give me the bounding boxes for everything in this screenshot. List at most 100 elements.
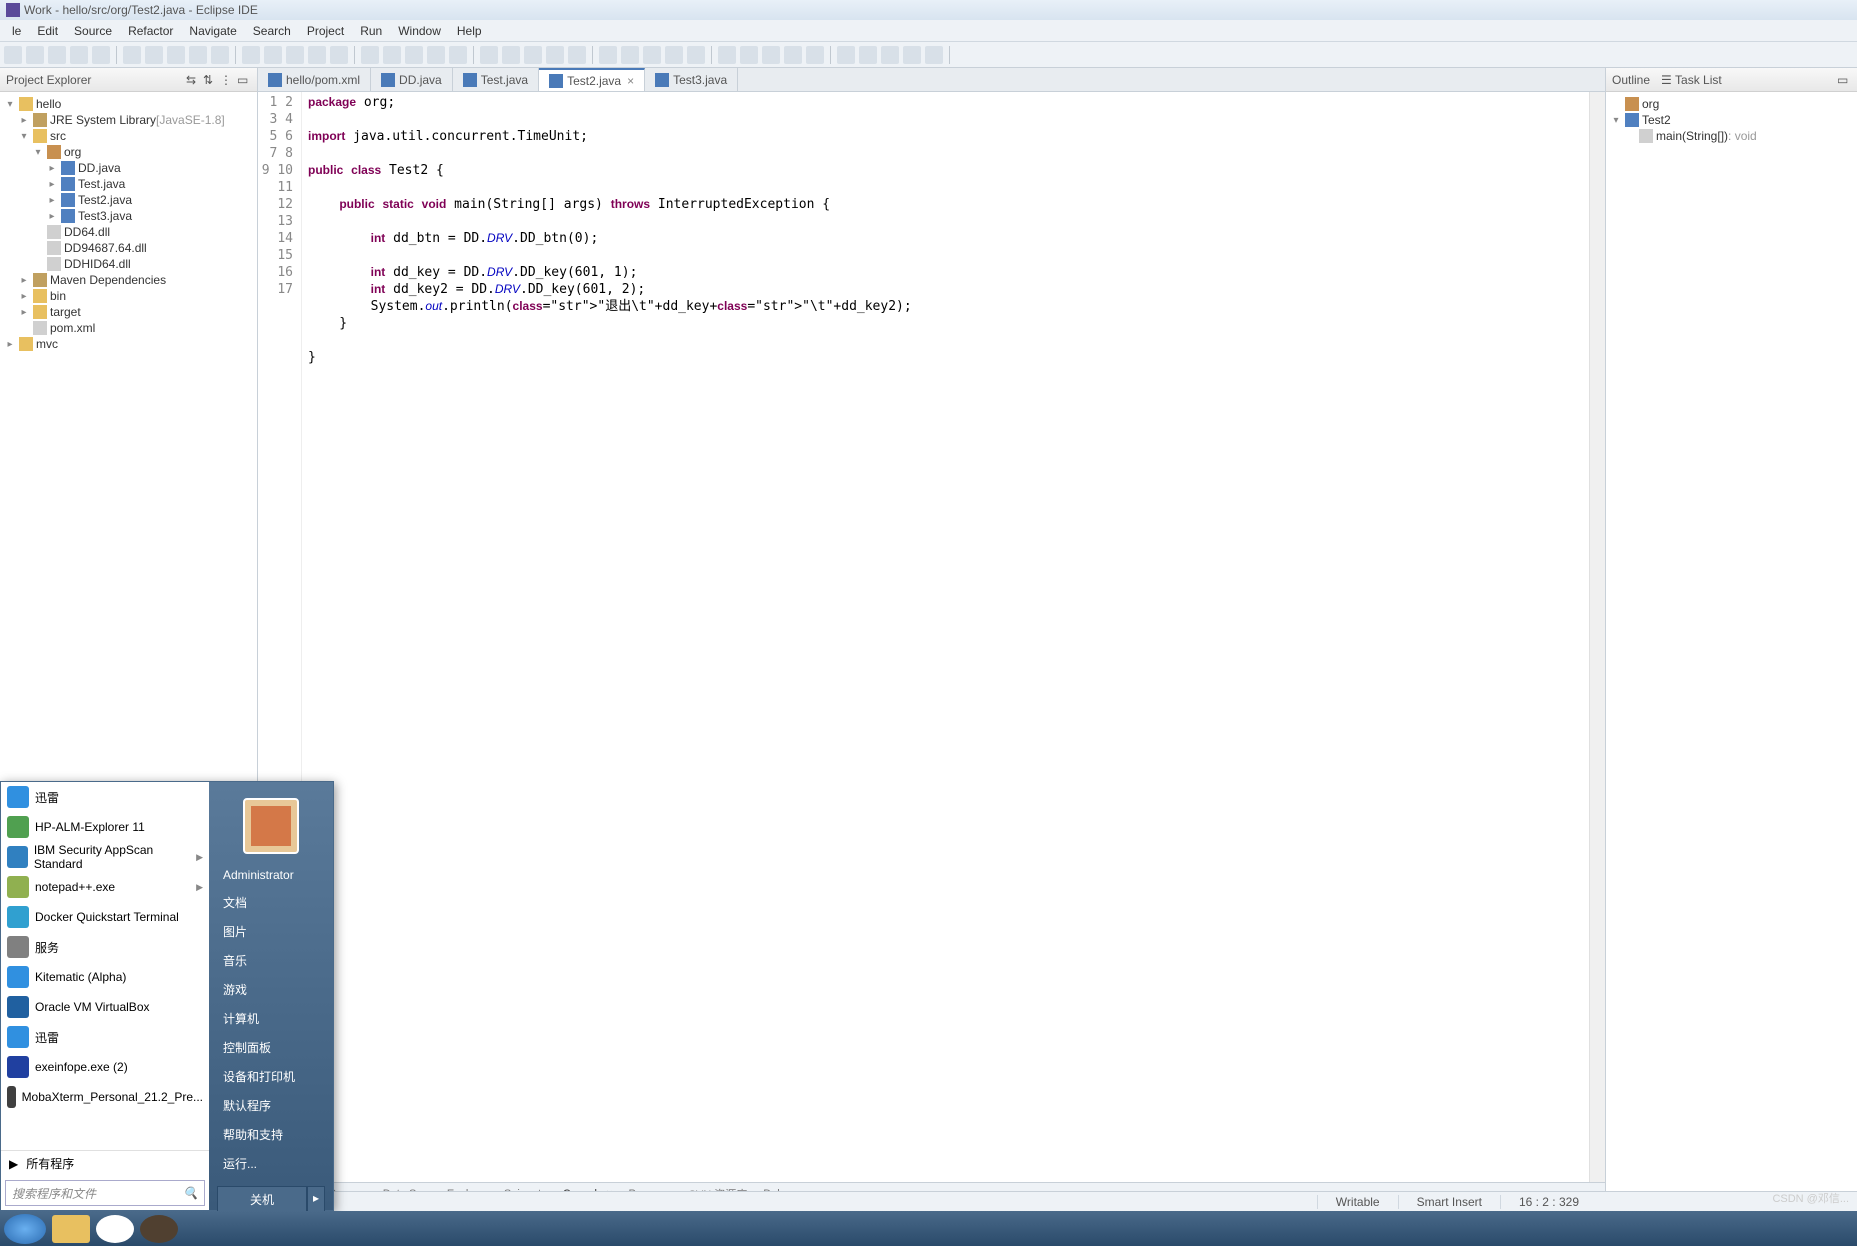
toolbar-button-8[interactable] bbox=[189, 46, 207, 64]
toolbar-button-35[interactable] bbox=[837, 46, 855, 64]
start-right-item[interactable]: 设备和打印机 bbox=[209, 1062, 333, 1091]
filter-icon[interactable]: ⋮ bbox=[220, 73, 234, 87]
toolbar-button-20[interactable] bbox=[480, 46, 498, 64]
menu-help[interactable]: Help bbox=[449, 24, 490, 38]
menu-le[interactable]: le bbox=[4, 24, 29, 38]
tree-twisty-icon[interactable]: ▾ bbox=[4, 99, 16, 110]
tree-item[interactable]: DD64.dll bbox=[0, 224, 257, 240]
editor-tab[interactable]: hello/pom.xml bbox=[258, 68, 371, 91]
toolbar-button-38[interactable] bbox=[903, 46, 921, 64]
toolbar-button-5[interactable] bbox=[123, 46, 141, 64]
menu-edit[interactable]: Edit bbox=[29, 24, 66, 38]
tree-twisty-icon[interactable]: ▸ bbox=[46, 211, 58, 222]
menu-search[interactable]: Search bbox=[245, 24, 299, 38]
tree-twisty-icon[interactable]: ▾ bbox=[32, 147, 44, 158]
start-search-input[interactable]: 搜索程序和文件 🔍 bbox=[5, 1180, 205, 1206]
toolbar-button-14[interactable] bbox=[330, 46, 348, 64]
editor-body[interactable]: 1 2 3 4 5 6 7 8 9 10 11 12 13 14 15 16 1… bbox=[258, 92, 1605, 1182]
start-app-item[interactable]: Kitematic (Alpha) bbox=[1, 962, 209, 992]
toolbar-button-10[interactable] bbox=[242, 46, 260, 64]
start-right-item[interactable]: 图片 bbox=[209, 917, 333, 946]
start-right-item[interactable]: 控制面板 bbox=[209, 1033, 333, 1062]
toolbar-button-28[interactable] bbox=[665, 46, 683, 64]
tree-item[interactable]: ▾ Test2 bbox=[1606, 112, 1857, 128]
editor-tab[interactable]: Test2.java × bbox=[539, 68, 645, 91]
editor-tab[interactable]: Test3.java bbox=[645, 68, 738, 91]
tree-item[interactable]: ▸ bin bbox=[0, 288, 257, 304]
menu-project[interactable]: Project bbox=[299, 24, 352, 38]
tree-twisty-icon[interactable]: ▸ bbox=[18, 275, 30, 286]
taskbar-app-icon[interactable] bbox=[140, 1215, 178, 1243]
tree-item[interactable]: ▸ DD.java bbox=[0, 160, 257, 176]
toolbar-button-23[interactable] bbox=[546, 46, 564, 64]
tree-twisty-icon[interactable]: ▸ bbox=[18, 115, 30, 126]
code-content[interactable]: package org; import java.util.concurrent… bbox=[302, 92, 1589, 1182]
toolbar-button-15[interactable] bbox=[361, 46, 379, 64]
start-app-item[interactable]: Docker Quickstart Terminal bbox=[1, 902, 209, 932]
tree-item[interactable]: org bbox=[1606, 96, 1857, 112]
toolbar-button-32[interactable] bbox=[762, 46, 780, 64]
minimize-icon[interactable]: ▭ bbox=[237, 73, 251, 87]
toolbar-button-24[interactable] bbox=[568, 46, 586, 64]
menu-refactor[interactable]: Refactor bbox=[120, 24, 181, 38]
link-editor-icon[interactable]: ⇅ bbox=[203, 73, 217, 87]
tree-item[interactable]: DD94687.64.dll bbox=[0, 240, 257, 256]
start-right-item[interactable]: 计算机 bbox=[209, 1004, 333, 1033]
tree-item[interactable]: ▾ org bbox=[0, 144, 257, 160]
tree-twisty-icon[interactable]: ▸ bbox=[18, 307, 30, 318]
tree-item[interactable]: main(String[]) : void bbox=[1606, 128, 1857, 144]
tree-twisty-icon[interactable]: ▾ bbox=[18, 131, 30, 142]
shutdown-button[interactable]: 关机 ▸ bbox=[217, 1186, 325, 1213]
tree-item[interactable]: DDHID64.dll bbox=[0, 256, 257, 272]
toolbar-button-39[interactable] bbox=[925, 46, 943, 64]
toolbar-button-29[interactable] bbox=[687, 46, 705, 64]
outline-min-icon[interactable]: ▭ bbox=[1837, 73, 1851, 87]
toolbar-button-6[interactable] bbox=[145, 46, 163, 64]
start-app-item[interactable]: HP-ALM-Explorer 11 bbox=[1, 812, 209, 842]
editor-tab[interactable]: Test.java bbox=[453, 68, 539, 91]
shutdown-arrow-icon[interactable]: ▸ bbox=[307, 1186, 325, 1213]
start-app-item[interactable]: exeinfope.exe (2) bbox=[1, 1052, 209, 1082]
close-icon[interactable]: × bbox=[627, 74, 634, 88]
taskbar-chrome-icon[interactable] bbox=[96, 1215, 134, 1243]
tree-item[interactable]: ▾ hello bbox=[0, 96, 257, 112]
toolbar-button-17[interactable] bbox=[405, 46, 423, 64]
tree-twisty-icon[interactable]: ▸ bbox=[46, 179, 58, 190]
tree-item[interactable]: ▸ Test3.java bbox=[0, 208, 257, 224]
toolbar-button-37[interactable] bbox=[881, 46, 899, 64]
menu-run[interactable]: Run bbox=[352, 24, 390, 38]
collapse-all-icon[interactable]: ⇆ bbox=[186, 73, 200, 87]
start-app-item[interactable]: Oracle VM VirtualBox bbox=[1, 992, 209, 1022]
tree-item[interactable]: pom.xml bbox=[0, 320, 257, 336]
start-right-item[interactable]: 游戏 bbox=[209, 975, 333, 1004]
toolbar-button-3[interactable] bbox=[70, 46, 88, 64]
toolbar-button-12[interactable] bbox=[286, 46, 304, 64]
tree-item[interactable]: ▸ Maven Dependencies bbox=[0, 272, 257, 288]
toolbar-button-4[interactable] bbox=[92, 46, 110, 64]
start-app-item[interactable]: notepad++.exe ▶ bbox=[1, 872, 209, 902]
start-right-item[interactable]: 帮助和支持 bbox=[209, 1120, 333, 1149]
toolbar-button-7[interactable] bbox=[167, 46, 185, 64]
toolbar-button-33[interactable] bbox=[784, 46, 802, 64]
start-right-item[interactable]: 音乐 bbox=[209, 946, 333, 975]
start-right-item[interactable]: 文档 bbox=[209, 888, 333, 917]
start-user[interactable]: Administrator bbox=[209, 862, 333, 888]
user-avatar[interactable] bbox=[243, 798, 299, 854]
editor-scrollbar[interactable] bbox=[1589, 92, 1605, 1182]
start-button[interactable] bbox=[4, 1214, 46, 1244]
menu-window[interactable]: Window bbox=[390, 24, 449, 38]
toolbar-button-9[interactable] bbox=[211, 46, 229, 64]
tree-item[interactable]: ▸ mvc bbox=[0, 336, 257, 352]
tasklist-icon[interactable]: ☰ bbox=[1661, 73, 1675, 87]
tree-item[interactable]: ▾ src bbox=[0, 128, 257, 144]
menu-source[interactable]: Source bbox=[66, 24, 120, 38]
tree-twisty-icon[interactable]: ▸ bbox=[4, 339, 16, 350]
tree-twisty-icon[interactable]: ▸ bbox=[18, 291, 30, 302]
toolbar-button-21[interactable] bbox=[502, 46, 520, 64]
toolbar-button-34[interactable] bbox=[806, 46, 824, 64]
tree-twisty-icon[interactable]: ▾ bbox=[1610, 115, 1622, 126]
start-app-item[interactable]: 服务 bbox=[1, 932, 209, 962]
toolbar-button-25[interactable] bbox=[599, 46, 617, 64]
tree-item[interactable]: ▸ JRE System Library [JavaSE-1.8] bbox=[0, 112, 257, 128]
toolbar-button-13[interactable] bbox=[308, 46, 326, 64]
